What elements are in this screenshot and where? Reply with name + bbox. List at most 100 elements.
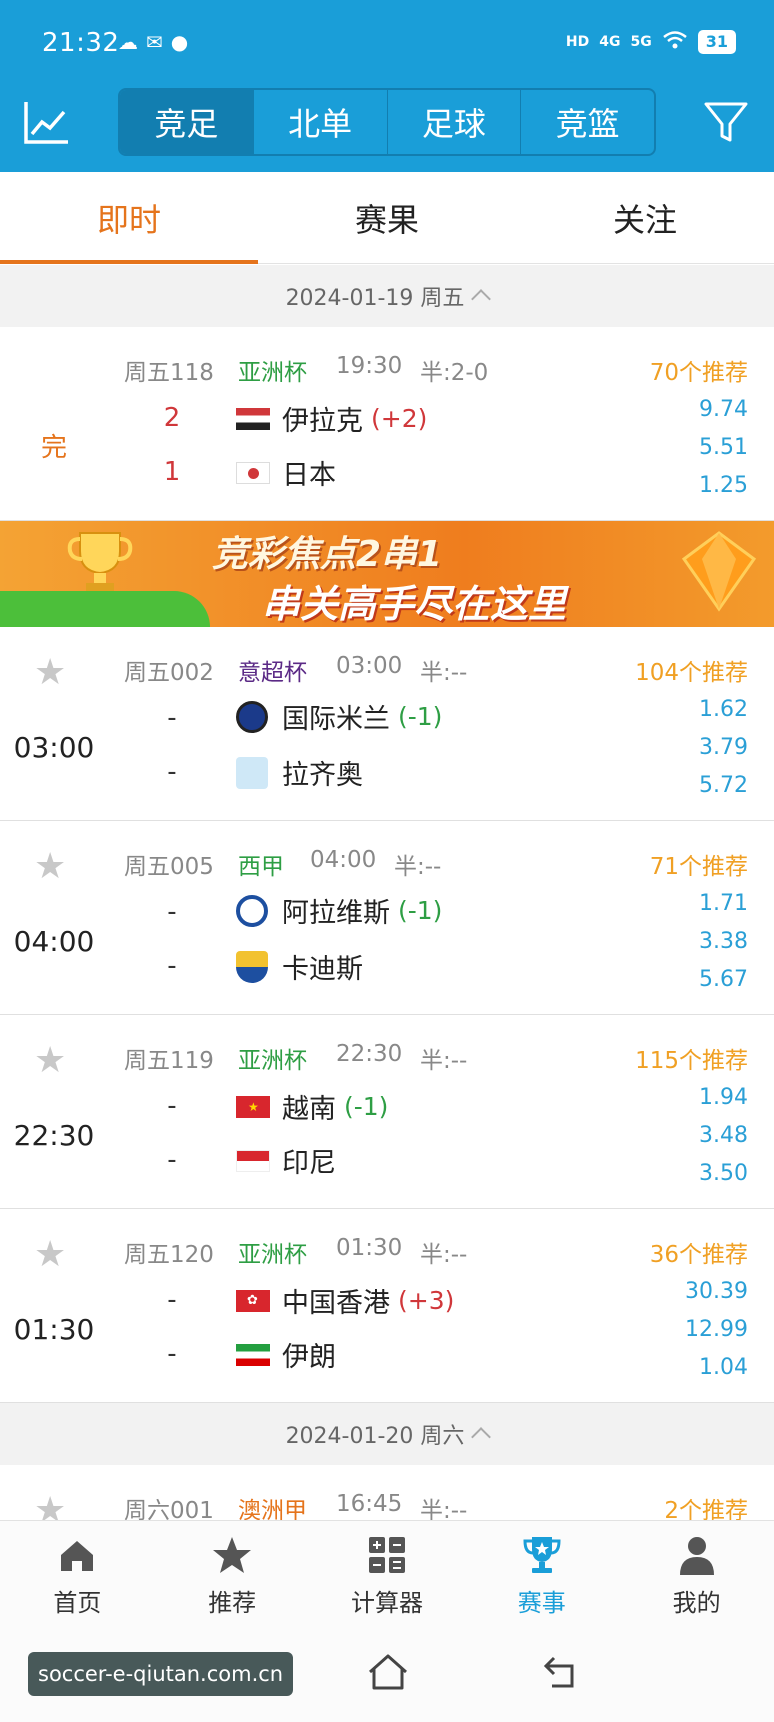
match-row[interactable]: ★ 01:30 周五120 亚洲杯 01:30 半:-- 36个推荐 - - ✿… bbox=[0, 1209, 774, 1403]
notification-icons: ☁ ✉ ● bbox=[118, 30, 188, 54]
odds-draw[interactable]: 3.79 bbox=[699, 735, 748, 760]
recommend-count[interactable]: 71个推荐 bbox=[650, 847, 748, 881]
match-list: 2024-01-19 周五 完 周五118 亚洲杯 19:30 半:2-0 70… bbox=[0, 265, 774, 1520]
recommend-count[interactable]: 115个推荐 bbox=[635, 1041, 748, 1075]
match-code: 周六001 bbox=[124, 1498, 214, 1520]
match-status: 03:00 bbox=[13, 731, 95, 764]
team-name: 拉齐奥 bbox=[282, 760, 363, 791]
half-score: 半:-- bbox=[420, 1048, 468, 1074]
home-team: 伊拉克 (+2) bbox=[236, 399, 427, 438]
match-time: 03:00 bbox=[336, 653, 403, 679]
home-team: 阿拉维斯 (-1) bbox=[236, 891, 442, 930]
odds-draw[interactable]: 5.51 bbox=[699, 435, 748, 460]
handicap: (-1) bbox=[398, 702, 443, 731]
hongkong-flag-icon: ✿ bbox=[236, 1289, 270, 1312]
home-score: 2 bbox=[163, 403, 181, 433]
tab-following[interactable]: 关注 bbox=[516, 172, 774, 263]
star-icon[interactable]: ★ bbox=[34, 1235, 66, 1275]
nav-profile[interactable]: 我的 bbox=[619, 1521, 774, 1630]
system-home-icon[interactable] bbox=[366, 1652, 410, 1692]
odds-lose[interactable]: 5.72 bbox=[699, 773, 748, 798]
odds-lose[interactable]: 5.67 bbox=[699, 967, 748, 992]
match-row[interactable]: ★ 04:00 周五005 西甲 04:00 半:-- 71个推荐 - - 阿拉… bbox=[0, 821, 774, 1015]
away-score: - bbox=[167, 1339, 177, 1369]
match-status: 04:00 bbox=[13, 925, 95, 958]
recommend-count[interactable]: 36个推荐 bbox=[650, 1235, 748, 1269]
team-name: 日本 bbox=[282, 460, 336, 491]
match-time: 19:30 bbox=[336, 353, 403, 379]
recommend-count[interactable]: 2个推荐 bbox=[664, 1491, 748, 1520]
match-row[interactable]: ★ 22:30 周五119 亚洲杯 22:30 半:-- 115个推荐 - - … bbox=[0, 1015, 774, 1209]
match-status: 22:30 bbox=[13, 1119, 95, 1152]
match-row[interactable]: ★ 周六001 澳洲甲 16:45 半:-- 2个推荐 bbox=[0, 1465, 774, 1520]
nav-home[interactable]: 首页 bbox=[0, 1521, 155, 1630]
star-icon[interactable]: ★ bbox=[34, 847, 66, 887]
match-code: 周五005 bbox=[124, 854, 214, 880]
nav-events[interactable]: 赛事 bbox=[464, 1521, 619, 1630]
team-name: 中国香港 bbox=[282, 1288, 390, 1319]
team-name: 伊拉克 bbox=[282, 406, 363, 437]
watermark: soccer-e-qiutan.com.cn bbox=[28, 1652, 294, 1696]
match-time: 04:00 bbox=[310, 847, 377, 873]
match-row[interactable]: ★ 03:00 周五002 意超杯 03:00 半:-- 104个推荐 - - … bbox=[0, 627, 774, 821]
odds-draw[interactable]: 12.99 bbox=[685, 1317, 748, 1342]
lazio-badge-icon bbox=[236, 756, 268, 789]
tab-jinglan[interactable]: 竞篮 bbox=[521, 90, 654, 154]
league-name: 亚洲杯 bbox=[238, 360, 307, 386]
league-name: 意超杯 bbox=[238, 660, 307, 686]
star-icon[interactable]: ★ bbox=[34, 653, 66, 693]
half-score: 半:-- bbox=[420, 660, 468, 686]
tab-beidan[interactable]: 北单 bbox=[254, 90, 388, 154]
chart-icon[interactable] bbox=[22, 98, 72, 148]
team-name: 印尼 bbox=[282, 1148, 336, 1179]
tab-results[interactable]: 赛果 bbox=[258, 172, 516, 263]
odds-win[interactable]: 1.71 bbox=[699, 891, 748, 916]
team-name: 阿拉维斯 bbox=[282, 898, 390, 929]
tab-jingzu[interactable]: 竞足 bbox=[120, 90, 254, 154]
nav-recommend[interactable]: 推荐 bbox=[155, 1521, 310, 1630]
match-info: 周五005 西甲 04:00 半:-- bbox=[124, 847, 504, 881]
match-time: 16:45 bbox=[336, 1491, 403, 1517]
match-row[interactable]: 完 周五118 亚洲杯 19:30 半:2-0 70个推荐 2 1 伊拉克 (+… bbox=[0, 327, 774, 521]
date-header[interactable]: 2024-01-19 周五 bbox=[0, 265, 774, 327]
promo-banner[interactable]: 竞彩焦点2串1 串关高手尽在这里 bbox=[0, 521, 774, 627]
nav-label: 赛事 bbox=[517, 1589, 566, 1617]
odds-draw[interactable]: 3.48 bbox=[699, 1123, 748, 1148]
away-team: 拉齐奥 bbox=[236, 753, 363, 792]
diamond-icon bbox=[681, 531, 757, 612]
recommend-count[interactable]: 70个推荐 bbox=[650, 353, 748, 387]
tab-live[interactable]: 即时 bbox=[0, 172, 258, 264]
banner-title: 竞彩焦点2串1 bbox=[212, 534, 443, 575]
home-icon bbox=[61, 1541, 94, 1571]
category-tabs: 竞足 北单 足球 竞篮 bbox=[118, 88, 656, 156]
system-back-icon[interactable] bbox=[540, 1652, 580, 1692]
team-name: 伊朗 bbox=[282, 1342, 336, 1373]
recommend-count[interactable]: 104个推荐 bbox=[635, 653, 748, 687]
odds-win[interactable]: 9.74 bbox=[699, 397, 748, 422]
odds-lose[interactable]: 3.50 bbox=[699, 1161, 748, 1186]
odds-win[interactable]: 1.62 bbox=[699, 697, 748, 722]
odds-lose[interactable]: 1.25 bbox=[699, 473, 748, 498]
clock: 21:32 bbox=[42, 28, 120, 58]
iran-flag-icon bbox=[236, 1343, 270, 1366]
star-icon[interactable]: ★ bbox=[34, 1491, 66, 1521]
filter-icon[interactable] bbox=[700, 96, 752, 148]
away-score: - bbox=[167, 1145, 177, 1175]
app-header: 竞足 北单 足球 竞篮 bbox=[0, 84, 774, 172]
match-code: 周五002 bbox=[124, 660, 214, 686]
odds-win[interactable]: 1.94 bbox=[699, 1085, 748, 1110]
date-header[interactable]: 2024-01-20 周六 bbox=[0, 1403, 774, 1465]
cadiz-badge-icon bbox=[236, 950, 268, 983]
home-team: ★ 越南 (-1) bbox=[236, 1087, 388, 1126]
away-team: 伊朗 bbox=[236, 1335, 336, 1374]
cloud-icon: ☁ bbox=[118, 30, 138, 54]
odds-draw[interactable]: 3.38 bbox=[699, 929, 748, 954]
odds-win[interactable]: 30.39 bbox=[685, 1279, 748, 1304]
battery-icon: 31 bbox=[697, 30, 736, 54]
odds-lose[interactable]: 1.04 bbox=[699, 1355, 748, 1380]
nav-calculator[interactable]: 计算器 bbox=[310, 1521, 465, 1630]
tab-zuqiu[interactable]: 足球 bbox=[388, 90, 522, 154]
star-icon[interactable]: ★ bbox=[34, 1041, 66, 1081]
league-name: 亚洲杯 bbox=[238, 1242, 307, 1268]
match-info: 周五119 亚洲杯 22:30 半:-- bbox=[124, 1041, 530, 1075]
